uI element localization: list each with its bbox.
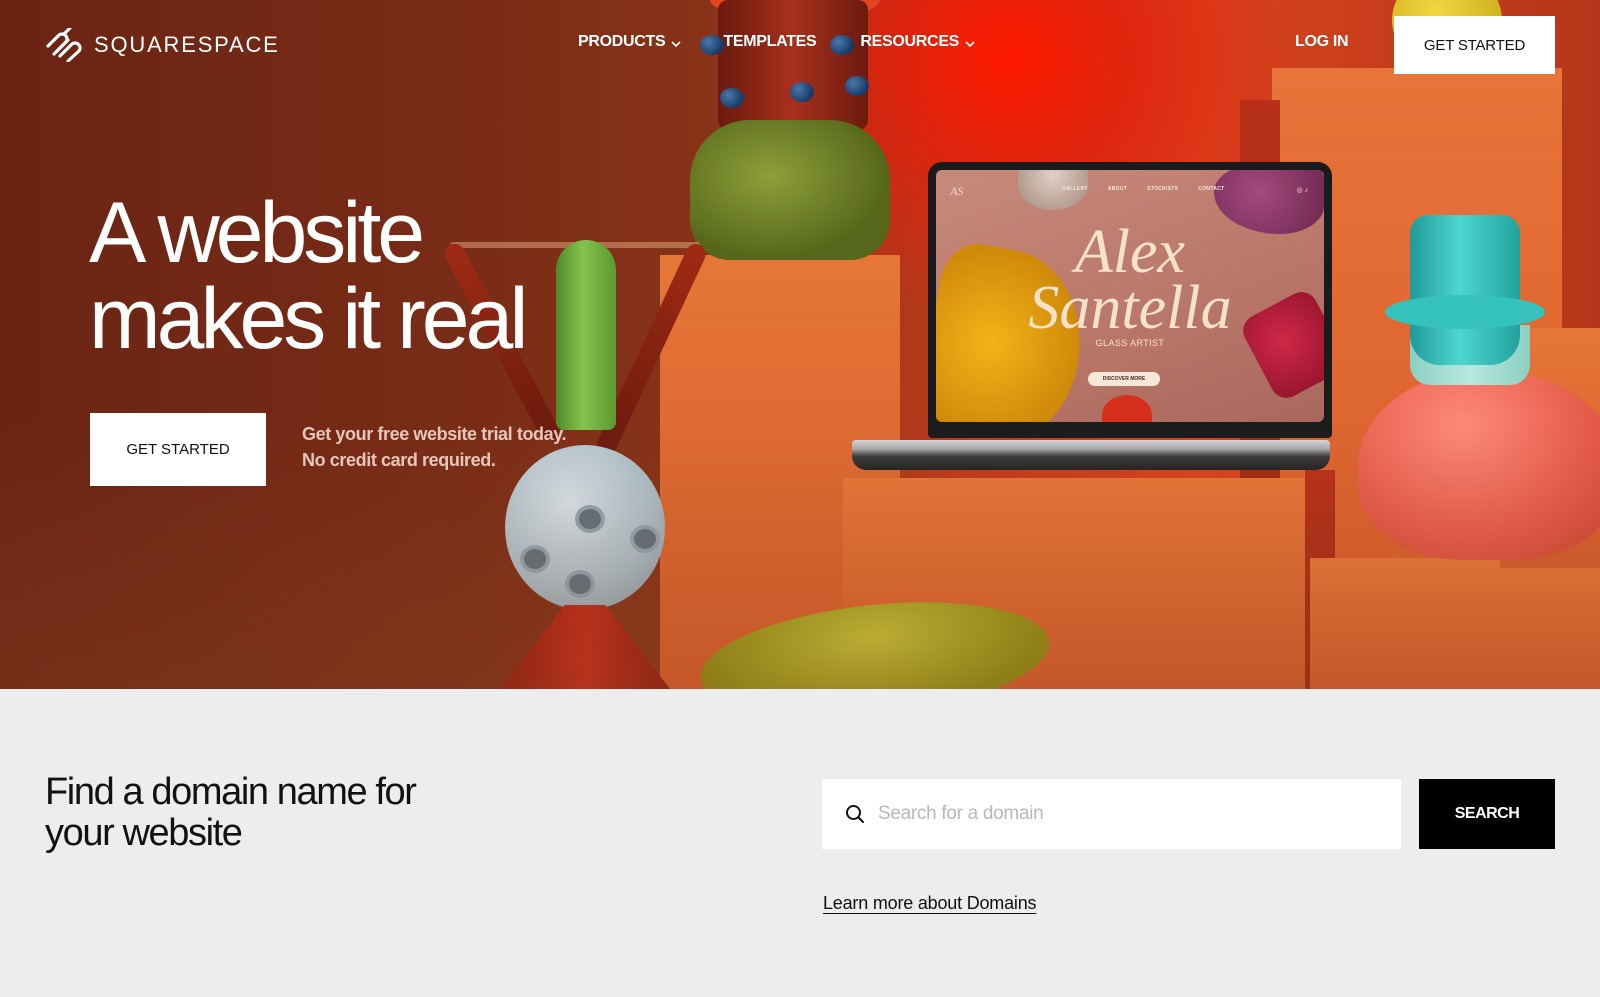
preview-nav-stockists: STOCKISTS bbox=[1147, 186, 1179, 192]
preview-discover-button: DISCOVER MORE bbox=[1088, 372, 1160, 386]
nav-resources-label: RESOURCES bbox=[860, 33, 960, 50]
brand-name: SQUARESPACE bbox=[94, 32, 280, 57]
red-glass-base bbox=[500, 605, 670, 689]
hero-headline-line2: makes it real bbox=[89, 271, 528, 367]
preview-title-line1: Alex bbox=[1074, 218, 1186, 286]
vase-bead bbox=[720, 88, 744, 108]
green-glass-stem bbox=[556, 240, 616, 430]
domain-search-input[interactable] bbox=[878, 803, 1358, 825]
teal-vase-ring bbox=[1385, 295, 1545, 329]
search-icon bbox=[846, 805, 864, 823]
green-vase bbox=[690, 120, 890, 260]
preview-nav-about: ABOUT bbox=[1107, 186, 1128, 192]
preview-nav-contact: CONTACT bbox=[1198, 186, 1225, 192]
preview-subtitle: GLASS ARTIST bbox=[1095, 338, 1165, 348]
domain-search-button[interactable]: SEARCH bbox=[1419, 779, 1555, 849]
nav-products[interactable]: PRODUCTS bbox=[578, 33, 681, 51]
squarespace-logo-icon bbox=[46, 28, 82, 62]
nav-templates[interactable]: TEMPLATES bbox=[723, 33, 816, 51]
learn-more-domains-link[interactable]: Learn more about Domains bbox=[823, 893, 1037, 914]
preview-nav-gallery: GALLERY bbox=[1062, 186, 1088, 192]
nav-get-started-button[interactable]: GET STARTED bbox=[1394, 16, 1555, 74]
hero-section: AS GALLERY ABOUT STOCKISTS CONTACT ◎ ♪ A… bbox=[0, 0, 1600, 689]
laptop-website-preview: AS GALLERY ABOUT STOCKISTS CONTACT ◎ ♪ A… bbox=[936, 170, 1324, 422]
domain-section-title: Find a domain name for your website bbox=[45, 771, 417, 854]
ladybug-glass-art bbox=[1102, 395, 1152, 422]
chevron-down-icon bbox=[965, 41, 975, 48]
orange-pedestal-bottom-right bbox=[1310, 558, 1600, 689]
hero-note-line2: No credit card required. bbox=[302, 450, 496, 470]
preview-social-icons: ◎ ♪ bbox=[1296, 187, 1308, 194]
squarespace-logo[interactable]: SQUARESPACE bbox=[44, 28, 280, 62]
hero-get-started-button[interactable]: GET STARTED bbox=[90, 413, 266, 486]
nav-resources[interactable]: RESOURCES bbox=[860, 33, 975, 51]
top-nav: SQUARESPACE PRODUCTS TEMPLATES RESOURCES… bbox=[0, 0, 1600, 90]
hero-headline: A website makes it real bbox=[89, 185, 528, 367]
login-link[interactable]: LOG IN bbox=[1295, 33, 1349, 51]
domain-title-line2: your website bbox=[45, 812, 243, 854]
hero-headline-line1: A website bbox=[89, 185, 425, 281]
preview-logo: AS bbox=[950, 184, 964, 198]
chevron-down-icon bbox=[671, 41, 681, 48]
laptop-screen: AS GALLERY ABOUT STOCKISTS CONTACT ◎ ♪ A… bbox=[928, 162, 1332, 438]
nav-links: PRODUCTS TEMPLATES RESOURCES bbox=[578, 33, 975, 51]
laptop-keyboard-base bbox=[852, 440, 1330, 470]
preview-nav: AS GALLERY ABOUT STOCKISTS CONTACT ◎ ♪ bbox=[936, 184, 1324, 198]
teal-vase-top bbox=[1410, 215, 1520, 365]
nav-templates-label: TEMPLATES bbox=[723, 33, 817, 50]
nav-products-label: PRODUCTS bbox=[578, 33, 666, 50]
domain-title-line1: Find a domain name for bbox=[45, 771, 417, 813]
hero-note-line1: Get your free website trial today. bbox=[302, 424, 567, 444]
preview-title: Alex Santella bbox=[936, 218, 1324, 342]
hero-trial-note: Get your free website trial today. No cr… bbox=[302, 421, 567, 473]
domain-search-box[interactable] bbox=[822, 779, 1401, 849]
coral-vase bbox=[1358, 370, 1600, 560]
preview-title-line2: Santella bbox=[1028, 274, 1232, 342]
